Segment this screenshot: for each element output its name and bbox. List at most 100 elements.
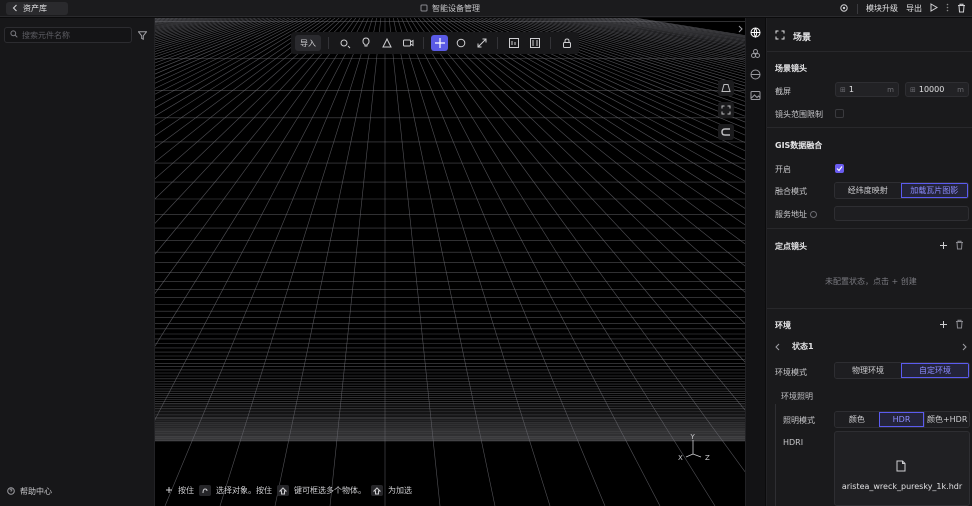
far-value: 10000 bbox=[918, 85, 945, 94]
lock-icon[interactable] bbox=[558, 35, 575, 51]
divider bbox=[857, 3, 858, 14]
view-tools bbox=[718, 80, 734, 140]
gis-mode-tiles[interactable]: 加载瓦片图影 bbox=[900, 183, 968, 198]
import-button[interactable]: 导入 bbox=[295, 35, 321, 51]
panel-header: 场景 bbox=[775, 30, 811, 43]
export-button[interactable]: 导出 bbox=[906, 3, 922, 14]
light-mode-label: 照明模式 bbox=[783, 416, 815, 425]
service-address-input[interactable] bbox=[834, 206, 969, 221]
hdri-filename: aristea_wreck_puresky_1k.hdr bbox=[841, 482, 963, 491]
axis-z-label: Z bbox=[705, 454, 710, 462]
add-icon[interactable] bbox=[939, 320, 948, 329]
hint-text-3: 键可框选多个物体。 bbox=[294, 486, 366, 495]
search-icon bbox=[10, 29, 18, 41]
far-clip-field[interactable]: ⊞ 10000 m bbox=[905, 82, 969, 97]
device-icon bbox=[420, 4, 428, 14]
environment-section-title: 环境 bbox=[775, 321, 791, 330]
toolbar-divider bbox=[497, 37, 498, 49]
gis-enable-checkbox[interactable] bbox=[835, 164, 844, 173]
toolbar-divider bbox=[550, 37, 551, 49]
add-model-icon[interactable] bbox=[336, 35, 353, 51]
mouse-click-icon bbox=[199, 485, 211, 496]
add-shape-icon[interactable] bbox=[378, 35, 395, 51]
collapse-panel-icon[interactable] bbox=[736, 22, 744, 36]
help-center-link[interactable]: 帮助中心 bbox=[7, 486, 52, 497]
3d-viewport[interactable]: 导入 Y X Z 按住 选择对象。按住 键可框选多个物体。 为加选 bbox=[155, 18, 745, 506]
focus-icon[interactable] bbox=[718, 102, 734, 118]
trash-icon[interactable] bbox=[957, 3, 966, 15]
near-clip-field[interactable]: ⊞ 1 m bbox=[835, 82, 899, 97]
perspective-icon[interactable] bbox=[718, 80, 734, 96]
light-mode-color[interactable]: 颜色 bbox=[835, 412, 879, 427]
light-mode-color-hdr[interactable]: 颜色+HDR bbox=[924, 412, 969, 427]
gis-enable-label: 开启 bbox=[775, 165, 791, 174]
image-icon[interactable] bbox=[749, 88, 763, 102]
add-icon[interactable] bbox=[939, 241, 948, 250]
collision-checkbox[interactable] bbox=[835, 109, 844, 118]
add-light-icon[interactable] bbox=[357, 35, 374, 51]
panel-icon-rail bbox=[745, 18, 765, 506]
fixed-camera-section-title: 定点镜头 bbox=[775, 242, 807, 251]
left-sidebar: 帮助中心 bbox=[0, 18, 155, 506]
play-icon[interactable] bbox=[930, 3, 938, 14]
ground-grid bbox=[155, 18, 745, 506]
align-center-icon[interactable] bbox=[526, 35, 543, 51]
layers-icon[interactable] bbox=[749, 46, 763, 60]
module-upgrade-button[interactable]: 模块升级 bbox=[866, 3, 898, 14]
service-address-text: 服务地址 bbox=[775, 210, 807, 219]
move-icon[interactable] bbox=[431, 35, 448, 51]
scale-icon[interactable] bbox=[473, 35, 490, 51]
env-mode-physical[interactable]: 物理环境 bbox=[835, 363, 901, 378]
align-left-icon[interactable] bbox=[505, 35, 522, 51]
shift-key-icon bbox=[277, 485, 289, 496]
frame-icon bbox=[775, 30, 785, 43]
trash-icon[interactable] bbox=[955, 319, 964, 329]
settings-icon[interactable] bbox=[839, 3, 849, 15]
hint-text-2: 选择对象。按住 bbox=[216, 486, 272, 495]
env-mode-label: 环境模式 bbox=[775, 368, 807, 377]
hdri-label: HDRI bbox=[783, 438, 804, 447]
hint-text-4: 为加选 bbox=[388, 486, 412, 495]
chevron-right-icon[interactable] bbox=[962, 343, 967, 351]
viewport-toolbar: 导入 bbox=[291, 32, 579, 54]
gis-mode-latlng[interactable]: 经纬度映射 bbox=[835, 183, 901, 198]
search-input[interactable] bbox=[22, 30, 122, 40]
page-title: 智能设备管理 bbox=[420, 2, 480, 15]
info-icon bbox=[810, 211, 817, 218]
toolbar-divider bbox=[328, 37, 329, 49]
camera-section-title: 场景镜头 bbox=[775, 64, 807, 73]
globe-icon[interactable] bbox=[749, 67, 763, 81]
magnet-icon[interactable] bbox=[718, 124, 734, 140]
env-mode-custom[interactable]: 自定环境 bbox=[901, 363, 969, 378]
top-bar: 资产库 智能设备管理 模块升级 导出 bbox=[0, 0, 972, 17]
min-icon: ⊞ bbox=[840, 85, 846, 94]
light-mode-hdr[interactable]: HDR bbox=[878, 412, 925, 427]
check-icon bbox=[836, 166, 843, 172]
file-icon bbox=[896, 460, 906, 472]
add-camera-icon[interactable] bbox=[399, 35, 416, 51]
far-unit: m bbox=[957, 85, 964, 94]
indent-line bbox=[775, 404, 776, 506]
divider bbox=[767, 51, 972, 52]
gis-mode-label: 融合模式 bbox=[775, 187, 807, 196]
selection-hint: 按住 选择对象。按住 键可框选多个物体。 为加选 bbox=[165, 485, 412, 496]
scene-globe-icon[interactable] bbox=[749, 25, 763, 39]
rotate-icon[interactable] bbox=[452, 35, 469, 51]
shift-key-icon bbox=[371, 485, 383, 496]
toolbar-divider bbox=[423, 37, 424, 49]
clip-label: 截屏 bbox=[775, 87, 791, 96]
trash-icon[interactable] bbox=[955, 240, 964, 250]
hdri-file-box[interactable]: aristea_wreck_puresky_1k.hdr bbox=[834, 431, 970, 506]
filter-icon[interactable] bbox=[136, 29, 148, 41]
back-to-asset-library-button[interactable]: 资产库 bbox=[6, 2, 68, 15]
more-icon[interactable] bbox=[946, 3, 949, 14]
env-mode-selector: 物理环境 自定环境 bbox=[834, 362, 970, 379]
title-text: 智能设备管理 bbox=[432, 4, 480, 13]
divider bbox=[767, 308, 972, 309]
grid-lines bbox=[155, 18, 745, 506]
panel-title: 场景 bbox=[793, 33, 812, 43]
fixed-camera-actions bbox=[939, 240, 964, 250]
chevron-left-icon[interactable] bbox=[775, 343, 780, 351]
help-icon bbox=[7, 486, 15, 497]
near-unit: m bbox=[887, 85, 894, 94]
